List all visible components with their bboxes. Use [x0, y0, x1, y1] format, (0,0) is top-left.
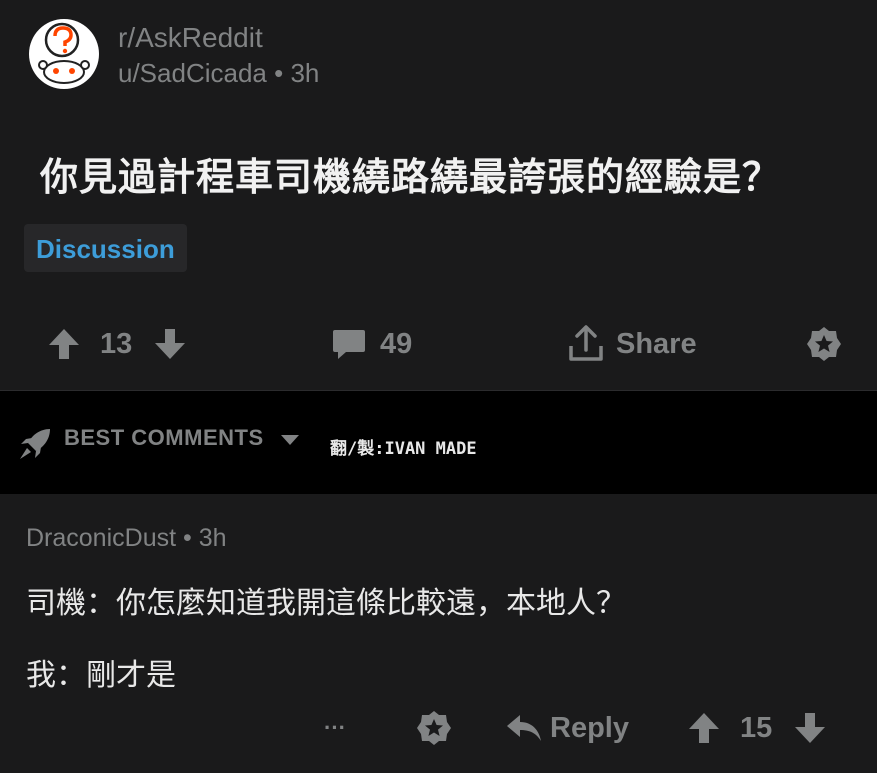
comment-bubble-icon [332, 328, 366, 360]
post-score: 13 [100, 327, 133, 360]
comment-meta: DraconicDust • 3h [26, 524, 227, 553]
post-author[interactable]: u/SadCicada [118, 58, 267, 88]
arrow-down-icon [794, 711, 826, 745]
comment-text-line-1: 司機：你怎麼知道我開這條比較遠，本地人？ [26, 586, 626, 621]
rocket-icon [18, 427, 52, 466]
ellipsis-icon: ··· [324, 715, 346, 740]
arrow-up-icon [48, 327, 80, 361]
arrow-down-icon [154, 327, 186, 361]
post-card: r/AskReddit u/SadCicada • 3h 你見過計程車司機繞路繞… [0, 0, 877, 390]
comment-age: 3h [198, 524, 227, 552]
sort-dropdown[interactable]: BEST COMMENTS [64, 425, 300, 452]
meta-separator: • [274, 58, 284, 88]
comment-upvote-button[interactable] [688, 700, 720, 756]
meta-separator: • [183, 524, 192, 552]
comment-actions-bar: ··· Reply 15 [0, 700, 877, 760]
post-title[interactable]: 你見過計程車司機繞路繞最誇張的經驗是？ [40, 146, 781, 201]
comment-score: 15 [740, 711, 773, 744]
caret-down-icon [280, 426, 300, 452]
upvote-button[interactable] [48, 316, 80, 372]
reply-arrow-icon [506, 713, 542, 743]
downvote-button[interactable] [154, 316, 186, 372]
post-flair[interactable]: Discussion [24, 224, 187, 272]
comment-downvote-button[interactable] [794, 700, 826, 756]
watermark-credit: 翻/製:IVAN MADE [330, 439, 477, 459]
comment-text-line-2: 我：剛才是 [26, 658, 176, 693]
post-age: 3h [290, 58, 320, 88]
arrow-up-icon [688, 711, 720, 745]
share-label: Share [616, 327, 697, 360]
share-button[interactable]: Share [566, 316, 697, 372]
post-actions-bar: 13 49 Share [0, 316, 877, 376]
award-icon [416, 710, 452, 746]
comment-sort-bar: BEST COMMENTS 翻/製:IVAN MADE [0, 391, 877, 494]
subreddit-name[interactable]: r/AskReddit [118, 22, 263, 54]
post-meta: u/SadCicada • 3h [118, 58, 319, 89]
award-icon [806, 326, 842, 362]
comment-count: 49 [380, 327, 413, 360]
share-icon [566, 324, 606, 364]
comments-button[interactable]: 49 [332, 316, 412, 372]
comment-author[interactable]: DraconicDust [26, 524, 176, 552]
sort-label: BEST COMMENTS [64, 425, 264, 450]
reply-button[interactable]: Reply [506, 700, 629, 756]
more-options-button[interactable]: ··· [324, 700, 346, 756]
subreddit-avatar-icon[interactable] [24, 18, 104, 90]
comment-award-button[interactable] [416, 700, 452, 756]
comment-card: DraconicDust • 3h 司機：你怎麼知道我開這條比較遠，本地人？ 我… [0, 494, 877, 773]
reply-label: Reply [550, 711, 629, 744]
award-button[interactable] [806, 316, 842, 372]
